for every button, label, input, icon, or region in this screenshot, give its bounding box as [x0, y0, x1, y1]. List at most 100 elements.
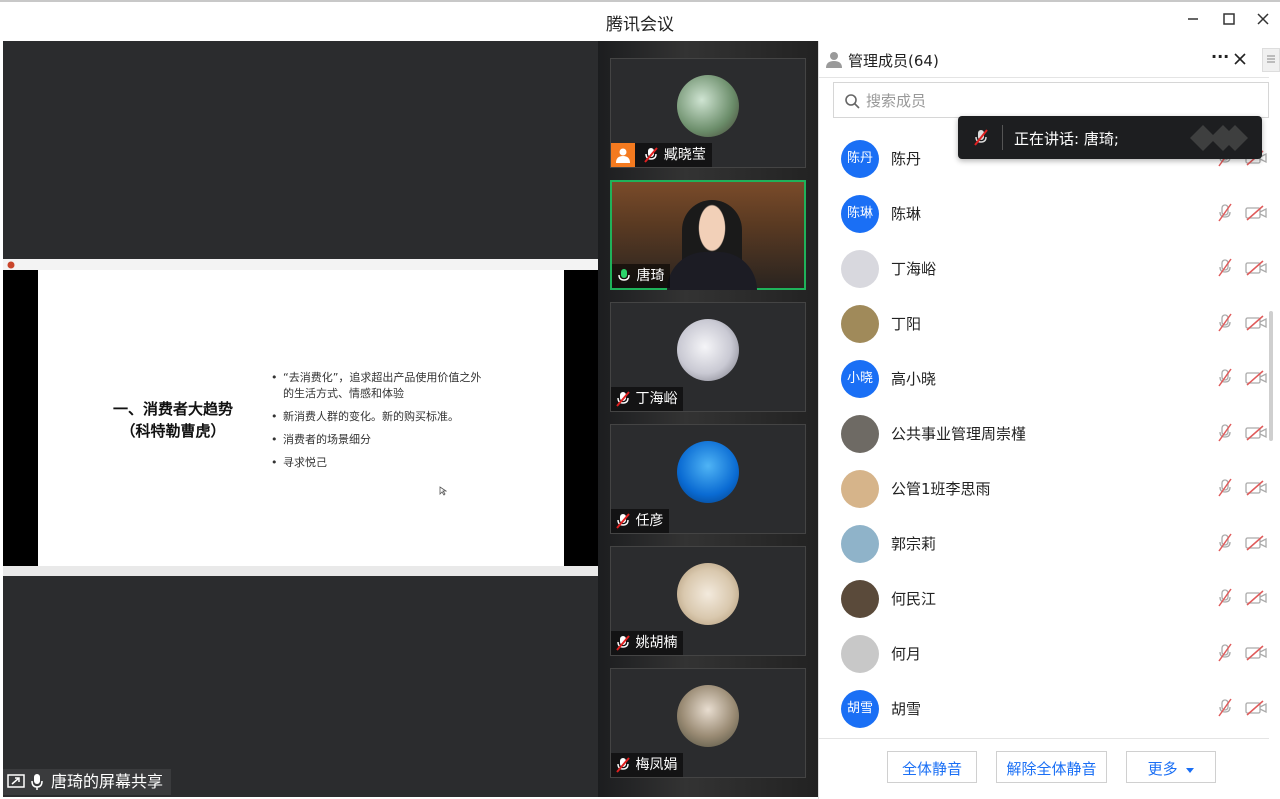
avatar	[677, 563, 739, 625]
member-name: 郭宗莉	[891, 535, 937, 553]
maximize-button[interactable]	[1218, 10, 1240, 32]
video-tile[interactable]: 任彦	[610, 424, 806, 534]
camera-off-icon[interactable]	[1245, 205, 1267, 221]
more-button[interactable]: 更多	[1126, 751, 1216, 783]
camera-off-icon[interactable]	[1245, 590, 1267, 606]
camera-off-icon[interactable]	[1245, 480, 1267, 496]
menu-icon	[1267, 55, 1275, 63]
member-name: 何民江	[891, 590, 937, 608]
member-avatar	[841, 250, 879, 288]
avatar	[677, 319, 739, 381]
mic-muted-icon[interactable]	[1217, 368, 1233, 388]
member-name: 公管1班李思雨	[891, 480, 991, 498]
camera-off-icon[interactable]	[1245, 425, 1267, 441]
minimize-icon	[1188, 18, 1198, 20]
mic-muted-icon[interactable]	[1217, 203, 1233, 223]
mic-muted-icon[interactable]	[1217, 313, 1233, 333]
mute-all-button[interactable]: 全体静音	[887, 751, 977, 783]
mic-muted-icon[interactable]	[1217, 643, 1233, 663]
side-menu-button[interactable]	[1262, 48, 1280, 72]
panel-header: 管理成员(64) ···	[819, 41, 1269, 78]
camera-off-icon[interactable]	[1245, 645, 1267, 661]
mic-muted-icon[interactable]	[1217, 533, 1233, 553]
member-avatar	[841, 580, 879, 618]
microphone-icon	[31, 774, 43, 790]
mic-muted-icon	[974, 129, 988, 146]
maximize-icon	[1223, 13, 1235, 25]
member-row[interactable]: 丁海峪	[819, 241, 1269, 296]
member-name: 胡雪	[891, 700, 922, 718]
member-avatar: 小晓	[841, 360, 879, 398]
close-icon	[1257, 13, 1269, 25]
member-row[interactable]: 何月	[819, 626, 1269, 681]
speaking-text: 正在讲话: 唐琦;	[1014, 130, 1119, 148]
tile-name-bar: 梅凤娟	[611, 753, 684, 777]
member-avatar	[841, 305, 879, 343]
tile-name: 丁海峪	[635, 391, 678, 407]
member-avatar	[841, 525, 879, 563]
member-row[interactable]: 公共事业管理周崇槿	[819, 406, 1269, 461]
avatar	[677, 685, 739, 747]
shared-screen-area: 一、消费者大趋势 （科特勒曹虎） “去消费化”，追求超出产品使用价值之外的生活方…	[3, 41, 598, 797]
member-name: 公共事业管理周崇槿	[891, 425, 1027, 443]
camera-off-icon[interactable]	[1245, 700, 1267, 716]
video-tile[interactable]: 姚胡楠	[610, 546, 806, 656]
video-tile[interactable]: 丁海峪	[610, 302, 806, 412]
mic-muted-icon	[616, 757, 630, 773]
powerpoint-statusbar	[3, 566, 598, 576]
member-list: 陈丹 陈丹 陈琳 陈琳 丁海峪 丁阳 小晓 高小晓 公共事业管理周崇槿 公管1班李思雨 郭宗莉 何民江…	[819, 131, 1269, 736]
avatar	[677, 75, 739, 137]
powerpoint-icon	[7, 261, 15, 269]
member-name: 丁海峪	[891, 260, 937, 278]
user-icon	[826, 52, 842, 68]
close-panel-icon[interactable]	[1233, 52, 1247, 66]
mic-muted-icon[interactable]	[1217, 698, 1233, 718]
user-placeholder-icon	[611, 143, 635, 167]
camera-off-icon[interactable]	[1245, 535, 1267, 551]
member-name: 陈琳	[891, 205, 922, 223]
mic-muted-icon[interactable]	[1217, 258, 1233, 278]
unmute-all-button[interactable]: 解除全体静音	[996, 751, 1107, 783]
tile-name-bar: 姚胡楠	[611, 631, 684, 655]
meeting-logo-watermark	[1190, 125, 1248, 151]
tile-name-bar: 臧晓莹	[611, 143, 712, 167]
tile-name: 唐琦	[636, 268, 665, 284]
member-name: 陈丹	[891, 150, 922, 168]
mic-muted-icon	[616, 513, 630, 529]
video-tile[interactable]: 梅凤娟	[610, 668, 806, 778]
member-row[interactable]: 公管1班李思雨	[819, 461, 1269, 516]
cursor-icon	[439, 486, 447, 496]
member-row[interactable]: 郭宗莉	[819, 516, 1269, 571]
mic-muted-icon[interactable]	[1217, 478, 1233, 498]
slide: 一、消费者大趋势 （科特勒曹虎） “去消费化”，追求超出产品使用价值之外的生活方…	[38, 270, 564, 566]
video-tile[interactable]: 臧晓莹	[610, 58, 806, 168]
panel-title: 管理成员(64)	[848, 52, 939, 70]
member-row[interactable]: 丁阳	[819, 296, 1269, 351]
member-avatar: 陈琳	[841, 195, 879, 233]
search-input[interactable]	[864, 89, 1248, 113]
tile-name: 臧晓莹	[663, 147, 706, 163]
minimize-button[interactable]	[1182, 10, 1204, 32]
mic-muted-icon[interactable]	[1217, 588, 1233, 608]
member-row[interactable]: 小晓 高小晓	[819, 351, 1269, 406]
member-row[interactable]: 陈琳 陈琳	[819, 186, 1269, 241]
bullet-item: 新消费人群的变化。新的购买标准。	[271, 409, 491, 425]
member-row[interactable]: 何民江	[819, 571, 1269, 626]
screen-share-bar[interactable]: 唐琦的屏幕共享	[3, 769, 172, 795]
mic-muted-icon	[644, 147, 659, 163]
member-row[interactable]: 胡雪 胡雪	[819, 681, 1269, 736]
bullet-item: 消费者的场景细分	[271, 432, 491, 448]
member-name: 高小晓	[891, 370, 937, 388]
mic-muted-icon	[616, 635, 630, 651]
more-options-button[interactable]: ···	[1211, 47, 1229, 66]
camera-off-icon[interactable]	[1245, 260, 1267, 276]
member-name: 何月	[891, 645, 922, 663]
camera-off-icon[interactable]	[1245, 315, 1267, 331]
camera-off-icon[interactable]	[1245, 370, 1267, 386]
close-window-button[interactable]	[1252, 10, 1274, 32]
member-search-box[interactable]	[833, 82, 1269, 118]
mic-muted-icon[interactable]	[1217, 423, 1233, 443]
powerpoint-titlebar	[3, 259, 598, 270]
member-list-scrollbar[interactable]	[1269, 311, 1273, 441]
video-tile-active-speaker[interactable]: 唐琦	[610, 180, 806, 290]
